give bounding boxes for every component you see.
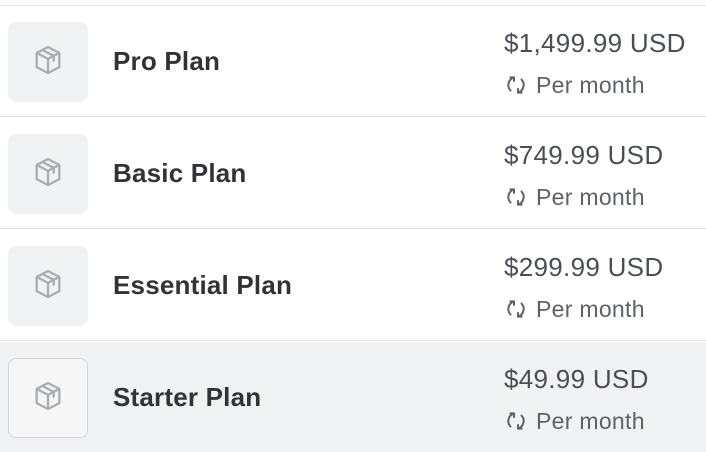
plan-price: $299.99 USD [504, 252, 664, 282]
plan-thumbnail [8, 22, 88, 102]
plan-interval: Per month [504, 70, 645, 100]
plan-interval: Per month [504, 294, 645, 324]
plan-price: $49.99 USD [504, 364, 649, 394]
plan-name: Pro Plan [113, 46, 221, 76]
plan-name: Essential Plan [113, 270, 293, 300]
list-item-pro-plan[interactable]: Pro Plan $1,499.99 USD Per month [0, 6, 706, 117]
plan-thumbnail [8, 246, 88, 326]
list-item-starter-plan[interactable]: Starter Plan $49.99 USD Per month [0, 342, 706, 452]
plan-thumbnail [8, 358, 88, 438]
plan-price: $1,499.99 USD [504, 28, 686, 58]
plan-thumbnail [8, 134, 88, 214]
package-icon [31, 379, 65, 418]
plan-name: Basic Plan [113, 158, 247, 188]
package-icon [31, 155, 65, 194]
plan-interval-label: Per month [536, 183, 645, 210]
recurring-icon [504, 409, 528, 433]
list-item-essential-plan[interactable]: Essential Plan $299.99 USD Per month [0, 230, 706, 341]
plan-name: Starter Plan [113, 382, 262, 412]
package-icon [31, 43, 65, 82]
plan-interval: Per month [504, 406, 645, 436]
plan-list: Pro Plan $1,499.99 USD Per month Basic P… [0, 0, 706, 452]
package-icon [31, 267, 65, 306]
recurring-icon [504, 185, 528, 209]
plan-price: $749.99 USD [504, 140, 664, 170]
plan-interval-label: Per month [536, 71, 645, 98]
list-item-basic-plan[interactable]: Basic Plan $749.99 USD Per month [0, 118, 706, 229]
plan-interval-label: Per month [536, 407, 645, 434]
recurring-icon [504, 73, 528, 97]
plan-interval: Per month [504, 182, 645, 212]
recurring-icon [504, 297, 528, 321]
plan-interval-label: Per month [536, 295, 645, 322]
